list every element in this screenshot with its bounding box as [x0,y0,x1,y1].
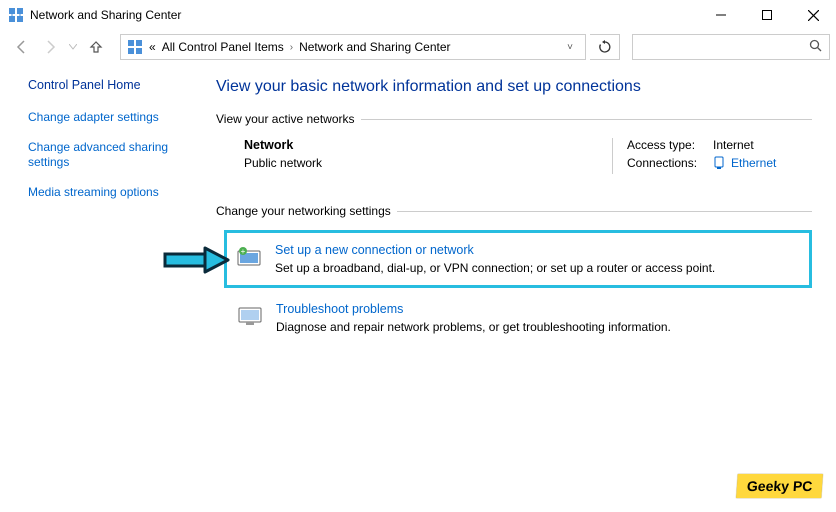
breadcrumb-item[interactable]: Network and Sharing Center [299,40,450,54]
search-icon [809,39,823,56]
watermark: Geeky PC [736,474,823,498]
setting-desc: Diagnose and repair network problems, or… [276,320,671,334]
setting-desc: Set up a broadband, dial-up, or VPN conn… [275,261,715,275]
maximize-button[interactable] [744,0,790,30]
minimize-button[interactable] [698,0,744,30]
svg-text:+: + [241,247,246,256]
section-active-networks: View your active networks [216,112,355,126]
breadcrumb-dropdown[interactable]: ˅ [561,42,579,53]
window-title: Network and Sharing Center [30,8,181,22]
page-title: View your basic network information and … [216,78,812,96]
setup-connection-icon: + [235,243,263,271]
search-input[interactable] [632,34,830,60]
troubleshoot-icon [236,302,264,330]
breadcrumb[interactable]: « All Control Panel Items › Network and … [120,34,586,60]
sidebar-link-advanced-sharing[interactable]: Change advanced sharing settings [28,140,206,171]
divider [361,119,812,120]
breadcrumb-icon [127,39,143,55]
chevron-right-icon: › [290,42,293,53]
setup-new-connection-item[interactable]: + Set up a new connection or network Set… [224,230,812,288]
forward-button[interactable] [38,35,62,59]
network-name: Network [244,138,612,152]
app-icon [8,7,24,23]
refresh-button[interactable] [590,34,620,60]
callout-arrow-icon [160,240,230,280]
divider [397,211,812,212]
connection-link[interactable]: Ethernet [731,156,776,170]
back-button[interactable] [10,35,34,59]
setting-title: Set up a new connection or network [275,243,715,257]
up-button[interactable] [84,35,108,59]
breadcrumb-item[interactable]: All Control Panel Items [162,40,284,54]
connections-label: Connections: [627,156,713,170]
access-type-value: Internet [713,138,754,152]
recent-dropdown[interactable] [66,35,80,59]
sidebar-link-adapter[interactable]: Change adapter settings [28,110,206,126]
network-type: Public network [244,156,612,170]
troubleshoot-item[interactable]: Troubleshoot problems Diagnose and repai… [216,292,812,344]
section-change-settings: Change your networking settings [216,204,391,218]
breadcrumb-prefix: « [149,40,156,54]
access-type-label: Access type: [627,138,713,152]
control-panel-home-link[interactable]: Control Panel Home [28,78,206,92]
setting-title: Troubleshoot problems [276,302,671,316]
ethernet-icon [713,156,725,170]
close-button[interactable] [790,0,836,30]
sidebar-link-media-streaming[interactable]: Media streaming options [28,185,206,201]
